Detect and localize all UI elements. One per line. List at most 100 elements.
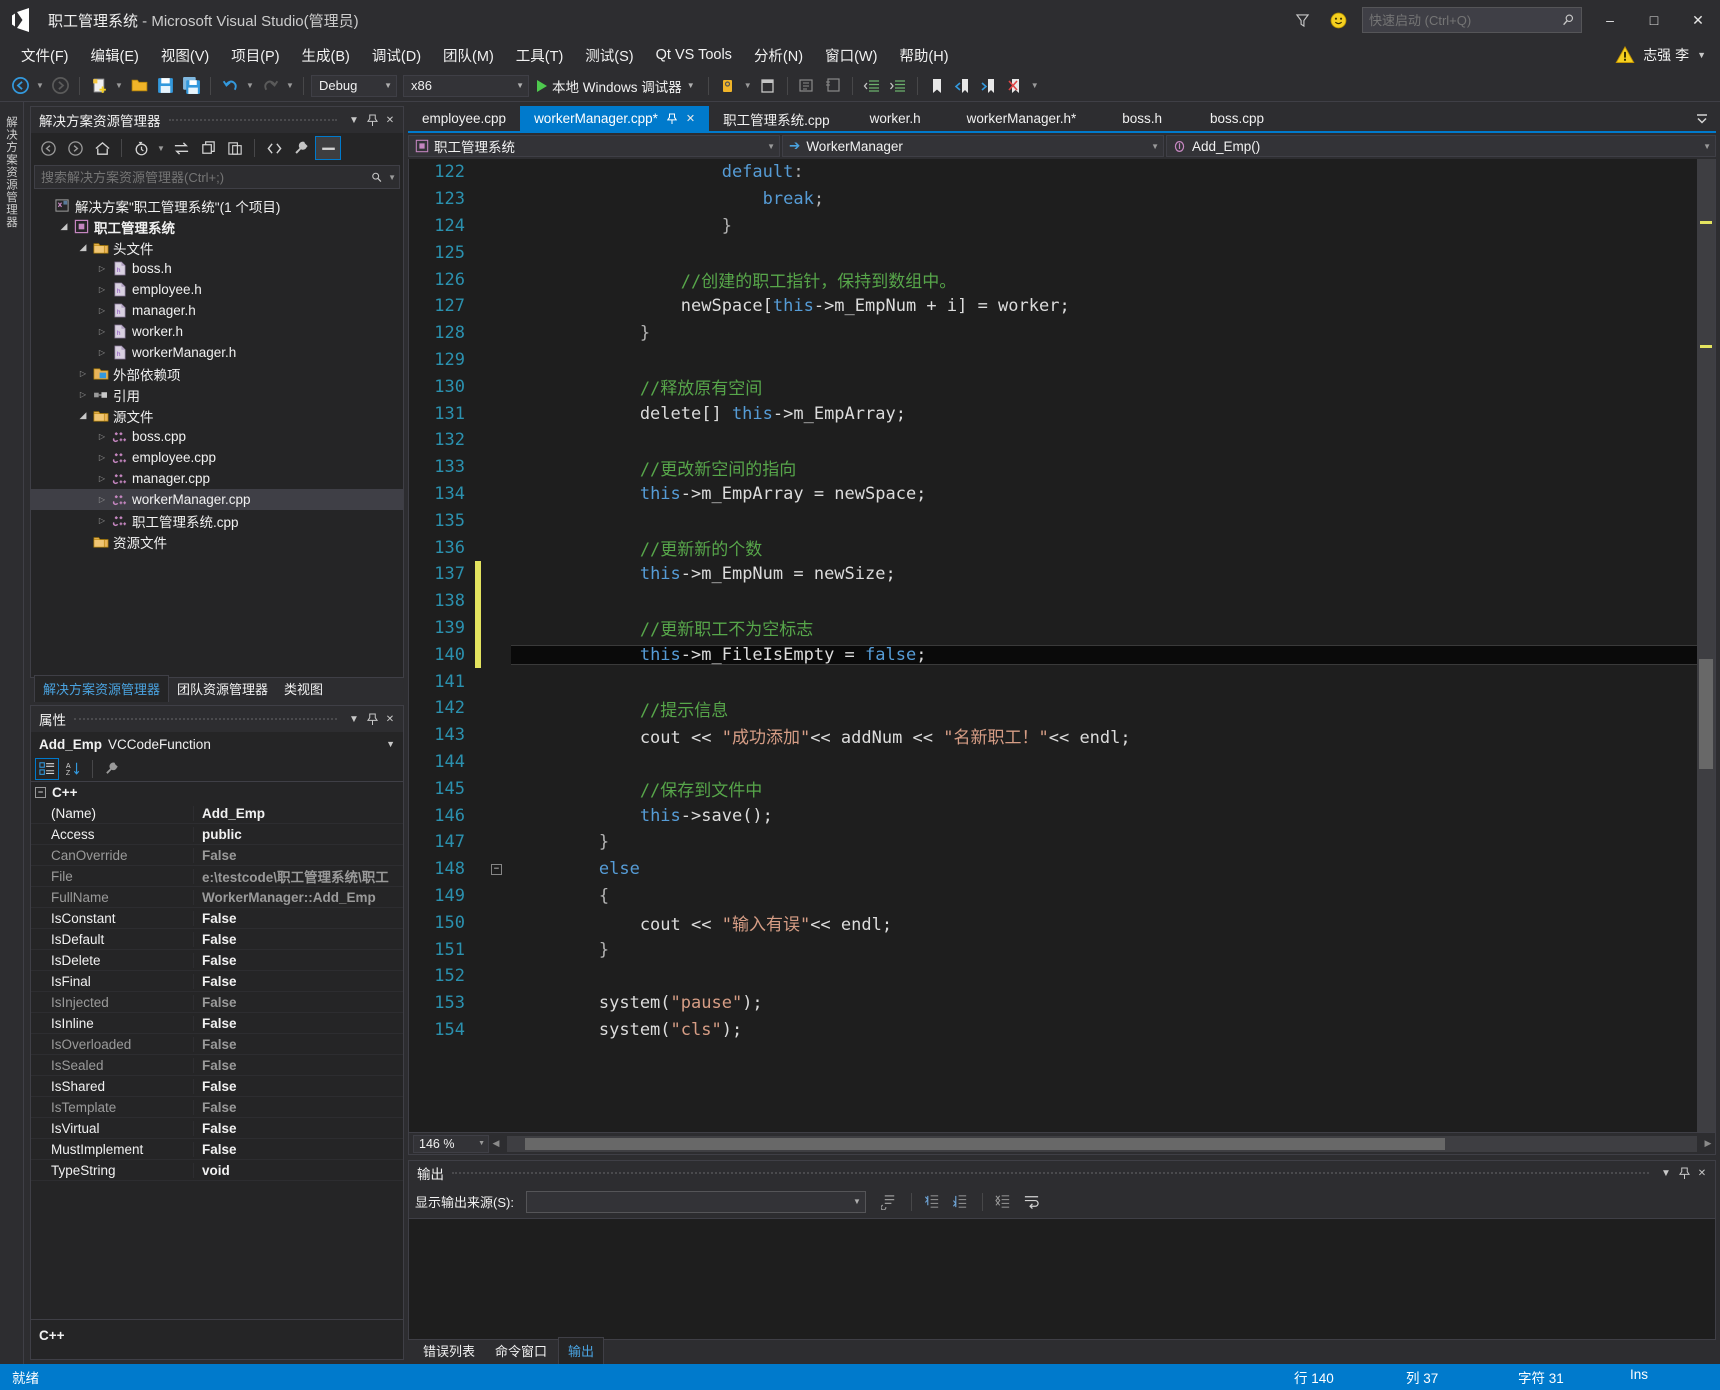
view-code-icon[interactable]: [315, 136, 341, 160]
code-line[interactable]: 123 break;: [409, 186, 1697, 213]
collapse-all-icon[interactable]: [222, 136, 248, 160]
close-icon[interactable]: ✕: [381, 110, 399, 130]
code-line[interactable]: 126 //创建的职工指针，保持到数组中。: [409, 266, 1697, 293]
tree-item-[interactable]: ◢ 职工管理系统: [31, 216, 403, 237]
maximize-button[interactable]: □: [1632, 0, 1676, 40]
property-row[interactable]: FullName WorkerManager::Add_Emp: [31, 887, 403, 908]
categorized-view-icon[interactable]: [35, 757, 59, 780]
chevron-right-icon[interactable]: ▷: [94, 474, 110, 483]
code-text[interactable]: this->m_EmpNum = newSize;: [511, 564, 1697, 584]
document-tab-workermanager-h[interactable]: workerManager.h*: [947, 106, 1097, 131]
menu-item-help[interactable]: 帮助(H): [888, 43, 959, 68]
chevron-right-icon[interactable]: ▷: [94, 348, 110, 357]
dock-tab-class-view[interactable]: 类视图: [276, 676, 331, 702]
tree-item-boss.h[interactable]: ▷ h boss.h: [31, 258, 403, 279]
tree-item-workermanager.cpp[interactable]: ▷ workerManager.cpp: [31, 489, 403, 510]
code-line[interactable]: 154 system("cls");: [409, 1017, 1697, 1044]
back-icon[interactable]: [35, 136, 61, 160]
outlining-gutter[interactable]: [481, 641, 511, 668]
code-line[interactable]: 131 delete[] this->m_EmpArray;: [409, 400, 1697, 427]
toolbar-overflow-icon[interactable]: ▼: [1029, 74, 1041, 98]
output-tab-output[interactable]: 输出: [558, 1337, 605, 1364]
chevron-down-icon[interactable]: ▼: [759, 142, 775, 151]
outlining-gutter[interactable]: [481, 588, 511, 615]
property-value[interactable]: False: [194, 953, 403, 968]
collapse-icon[interactable]: −: [35, 787, 46, 798]
property-value[interactable]: public: [194, 827, 403, 842]
chevron-down-icon[interactable]: ▼: [386, 739, 395, 749]
close-icon[interactable]: ✕: [686, 112, 695, 125]
editor-scroll-thumb[interactable]: [1699, 659, 1713, 769]
outlining-gutter[interactable]: [481, 400, 511, 427]
chevron-right-icon[interactable]: ▷: [94, 327, 110, 336]
property-row[interactable]: CanOverride False: [31, 845, 403, 866]
start-debugging-button[interactable]: 本地 Windows 调试器 ▼: [531, 76, 701, 96]
property-value[interactable]: False: [194, 1058, 403, 1073]
navbar-member-selector[interactable]: Add_Emp() ▼: [1166, 135, 1716, 157]
document-tab-employee-cpp[interactable]: employee.cpp: [408, 106, 520, 131]
code-line[interactable]: 153 system("pause");: [409, 990, 1697, 1017]
comment-block-icon[interactable]: [795, 74, 819, 98]
quick-launch-box[interactable]: [1362, 7, 1582, 33]
outlining-gutter[interactable]: [481, 749, 511, 776]
outlining-gutter[interactable]: [481, 507, 511, 534]
code-text[interactable]: }: [511, 323, 1697, 343]
property-value[interactable]: False: [194, 1016, 403, 1031]
pane-menu-chevron-down-icon[interactable]: ▼: [345, 709, 363, 729]
code-text[interactable]: //创建的职工指针，保持到数组中。: [511, 267, 1697, 292]
new-project-icon[interactable]: [87, 74, 111, 98]
code-text[interactable]: {: [511, 886, 1697, 906]
property-value[interactable]: False: [194, 1100, 403, 1115]
outlining-gutter[interactable]: [481, 722, 511, 749]
chevron-down-icon[interactable]: ▼: [1695, 142, 1711, 151]
editor-hscroll-thumb[interactable]: [525, 1137, 1445, 1150]
solution-explorer-search-input[interactable]: [41, 169, 371, 185]
pane-menu-chevron-down-icon[interactable]: ▼: [345, 110, 363, 130]
outlining-gutter[interactable]: [481, 320, 511, 347]
tree-item-workermanager.h[interactable]: ▷ h workerManager.h: [31, 342, 403, 363]
close-button[interactable]: ✕: [1676, 0, 1720, 40]
code-line[interactable]: 124 }: [409, 213, 1697, 240]
pending-changes-dropdown-icon[interactable]: ▼: [155, 136, 167, 160]
code-text[interactable]: else: [511, 859, 1697, 879]
undo-dropdown-icon[interactable]: ▼: [244, 74, 256, 98]
outlining-gutter[interactable]: [481, 454, 511, 481]
outlining-gutter[interactable]: [481, 159, 511, 186]
pane-menu-chevron-down-icon[interactable]: ▼: [1657, 1163, 1675, 1183]
redo-icon[interactable]: [258, 74, 282, 98]
outlining-gutter[interactable]: [481, 668, 511, 695]
undo-icon[interactable]: [218, 74, 242, 98]
code-line[interactable]: 134 this->m_EmpArray = newSpace;: [409, 481, 1697, 508]
property-value[interactable]: False: [194, 1121, 403, 1136]
code-text[interactable]: //保存到文件中: [511, 776, 1697, 801]
code-line[interactable]: 129: [409, 347, 1697, 374]
document-tab-zhigong-cpp[interactable]: 职工管理系统.cpp: [709, 106, 844, 131]
property-value[interactable]: False: [194, 974, 403, 989]
code-text[interactable]: system("pause");: [511, 993, 1697, 1013]
code-line[interactable]: 139 //更新职工不为空标志: [409, 614, 1697, 642]
code-text[interactable]: //更新新的个数: [511, 535, 1697, 560]
outlining-gutter[interactable]: [481, 347, 511, 374]
close-icon[interactable]: ✕: [1693, 1163, 1711, 1183]
navigate-back-dropdown-icon[interactable]: ▼: [34, 74, 46, 98]
code-text[interactable]: newSpace[this->m_EmpNum + i] = worker;: [511, 296, 1697, 316]
uncomment-block-icon[interactable]: [821, 74, 845, 98]
code-line[interactable]: 150 cout << "输入有误"<< endl;: [409, 909, 1697, 936]
code-line[interactable]: 132: [409, 427, 1697, 454]
pin-icon[interactable]: [666, 113, 677, 125]
new-project-dropdown-icon[interactable]: ▼: [113, 74, 125, 98]
outlining-gutter[interactable]: −: [481, 856, 511, 883]
outlining-gutter[interactable]: [481, 829, 511, 856]
search-options-chevron-down-icon[interactable]: ▼: [383, 173, 396, 182]
code-line[interactable]: 133 //更改新空间的指向: [409, 454, 1697, 481]
show-all-files-icon[interactable]: [261, 136, 287, 160]
dock-tab-solution-explorer[interactable]: 解决方案资源管理器: [34, 675, 170, 702]
increase-indent-icon[interactable]: [886, 74, 910, 98]
document-tab-boss-h[interactable]: boss.h: [1096, 106, 1188, 131]
property-row[interactable]: Access public: [31, 824, 403, 845]
property-value[interactable]: False: [194, 932, 403, 947]
code-text[interactable]: //更新职工不为空标志: [511, 615, 1697, 640]
code-line[interactable]: 127 newSpace[this->m_EmpNum + i] = worke…: [409, 293, 1697, 320]
code-text[interactable]: this->m_EmpArray = newSpace;: [511, 484, 1697, 504]
code-line[interactable]: 151 }: [409, 936, 1697, 963]
